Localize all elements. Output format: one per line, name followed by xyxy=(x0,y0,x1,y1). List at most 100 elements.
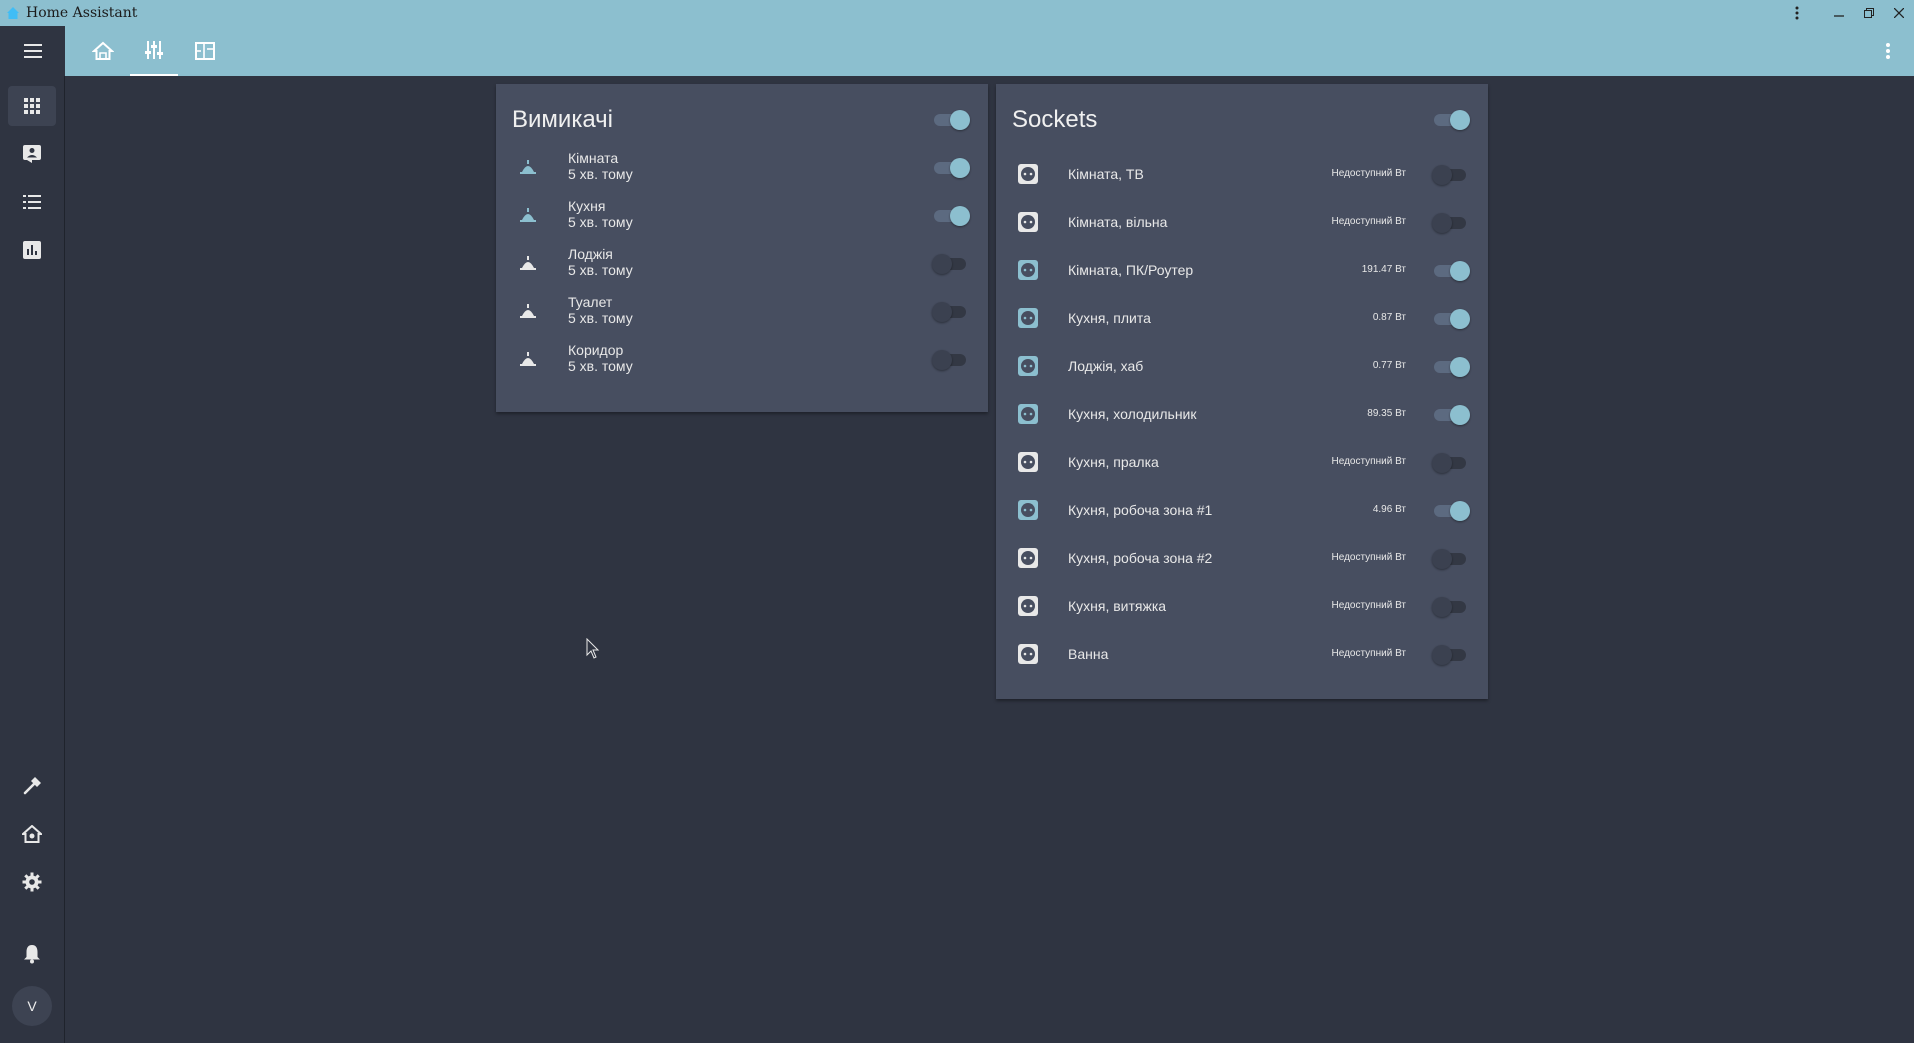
power-socket-icon[interactable] xyxy=(1016,594,1040,618)
socket-name[interactable]: Лоджія, хаб xyxy=(1068,358,1143,374)
sidebar-item-settings[interactable] xyxy=(8,862,56,902)
tab-home[interactable] xyxy=(79,26,127,76)
socket-row[interactable]: Кімната, ПК/Роутер 191.47 Вт xyxy=(996,246,1488,294)
socket-toggle[interactable] xyxy=(1432,501,1470,521)
switch-toggle[interactable] xyxy=(932,254,970,274)
socket-row[interactable]: Ванна Недоступний Вт xyxy=(996,630,1488,678)
switch-toggle[interactable] xyxy=(932,206,970,226)
sockets-all-toggle[interactable] xyxy=(1432,110,1470,130)
socket-toggle[interactable] xyxy=(1432,597,1470,617)
power-socket-icon[interactable] xyxy=(1016,306,1040,330)
switch-name[interactable]: Туалет xyxy=(568,294,612,310)
dashboard-more-button[interactable] xyxy=(1876,39,1900,63)
ceiling-light-icon[interactable] xyxy=(516,204,540,228)
user-initial: V xyxy=(27,998,37,1014)
socket-toggle[interactable] xyxy=(1432,405,1470,425)
socket-toggle[interactable] xyxy=(1432,261,1470,281)
power-socket-icon[interactable] xyxy=(1016,210,1040,234)
socket-power: Недоступний Вт xyxy=(1331,648,1406,659)
socket-toggle[interactable] xyxy=(1432,645,1470,665)
account-box-icon xyxy=(23,145,41,163)
sidebar-item-hacs[interactable] xyxy=(8,814,56,854)
sidebar-item-logbook[interactable] xyxy=(8,182,56,222)
socket-row[interactable]: Кухня, робоча зона #2 Недоступний Вт xyxy=(996,534,1488,582)
socket-row[interactable]: Кухня, робоча зона #1 4.96 Вт xyxy=(996,486,1488,534)
dots-vertical-icon xyxy=(1886,43,1890,59)
switch-toggle[interactable] xyxy=(932,302,970,322)
power-socket-icon[interactable] xyxy=(1016,402,1040,426)
socket-power: 0.87 Вт xyxy=(1372,312,1406,323)
socket-row[interactable]: Кімната, ТВ Недоступний Вт xyxy=(996,150,1488,198)
switch-toggle[interactable] xyxy=(932,158,970,178)
power-socket-icon[interactable] xyxy=(1016,162,1040,186)
socket-name[interactable]: Ванна xyxy=(1068,646,1108,662)
sidebar-item-developer-tools[interactable] xyxy=(8,766,56,806)
ceiling-light-icon[interactable] xyxy=(516,156,540,180)
socket-power: Недоступний Вт xyxy=(1331,600,1406,611)
switch-name[interactable]: Лоджія xyxy=(568,246,613,262)
power-socket-icon[interactable] xyxy=(1016,546,1040,570)
close-icon xyxy=(1894,8,1904,18)
minimize-icon xyxy=(1834,15,1844,17)
switch-row[interactable]: Лоджія 5 хв. тому xyxy=(496,240,988,288)
power-socket-icon[interactable] xyxy=(1016,498,1040,522)
socket-power: Недоступний Вт xyxy=(1331,552,1406,563)
ceiling-light-icon[interactable] xyxy=(516,348,540,372)
socket-name[interactable]: Кухня, витяжка xyxy=(1068,598,1166,614)
sidebar-item-history[interactable] xyxy=(8,230,56,270)
socket-toggle[interactable] xyxy=(1432,549,1470,569)
sidebar-item-people[interactable] xyxy=(8,134,56,174)
power-socket-icon[interactable] xyxy=(1016,450,1040,474)
switch-row[interactable]: Туалет 5 хв. тому xyxy=(496,288,988,336)
socket-name[interactable]: Кухня, пралка xyxy=(1068,454,1159,470)
tab-tune[interactable] xyxy=(130,26,178,76)
switch-name[interactable]: Кімната xyxy=(568,150,618,166)
ceiling-light-icon[interactable] xyxy=(516,252,540,276)
socket-row[interactable]: Кухня, пралка Недоступний Вт xyxy=(996,438,1488,486)
switch-name[interactable]: Коридор xyxy=(568,342,623,358)
socket-name[interactable]: Кухня, холодильник xyxy=(1068,406,1197,422)
socket-toggle[interactable] xyxy=(1432,453,1470,473)
sidebar-item-overview[interactable] xyxy=(8,86,56,126)
user-avatar[interactable]: V xyxy=(12,986,52,1026)
socket-name[interactable]: Кухня, робоча зона #2 xyxy=(1068,550,1212,566)
switch-row[interactable]: Кімната 5 хв. тому xyxy=(496,144,988,192)
socket-row[interactable]: Кухня, холодильник 89.35 Вт xyxy=(996,390,1488,438)
switch-toggle[interactable] xyxy=(932,350,970,370)
minimize-button[interactable] xyxy=(1824,0,1854,26)
socket-name[interactable]: Кухня, плита xyxy=(1068,310,1151,326)
home-assistant-logo-icon xyxy=(7,7,19,19)
socket-row[interactable]: Лоджія, хаб 0.77 Вт xyxy=(996,342,1488,390)
power-socket-icon[interactable] xyxy=(1016,258,1040,282)
tune-icon xyxy=(145,41,163,59)
power-socket-icon[interactable] xyxy=(1016,642,1040,666)
socket-name[interactable]: Кухня, робоча зона #1 xyxy=(1068,502,1212,518)
socket-row[interactable]: Кухня, плита 0.87 Вт xyxy=(996,294,1488,342)
socket-toggle[interactable] xyxy=(1432,213,1470,233)
socket-row[interactable]: Кімната, вільна Недоступний Вт xyxy=(996,198,1488,246)
socket-row[interactable]: Кухня, витяжка Недоступний Вт xyxy=(996,582,1488,630)
socket-toggle[interactable] xyxy=(1432,165,1470,185)
socket-name[interactable]: Кімната, ПК/Роутер xyxy=(1068,262,1193,278)
bell-icon xyxy=(24,945,40,964)
switch-name[interactable]: Кухня xyxy=(568,198,605,214)
switch-row[interactable]: Кухня 5 хв. тому xyxy=(496,192,988,240)
window-menu-button[interactable] xyxy=(1782,0,1812,26)
socket-name[interactable]: Кімната, вільна xyxy=(1068,214,1167,230)
socket-name[interactable]: Кімната, ТВ xyxy=(1068,166,1144,182)
tab-floorplan[interactable] xyxy=(181,26,229,76)
close-button[interactable] xyxy=(1884,0,1914,26)
restore-icon xyxy=(1864,8,1874,18)
switch-row[interactable]: Коридор 5 хв. тому xyxy=(496,336,988,384)
hamburger-menu-icon xyxy=(23,44,42,58)
restore-button[interactable] xyxy=(1854,0,1884,26)
switches-all-toggle[interactable] xyxy=(932,110,970,130)
sidebar-item-notifications[interactable] xyxy=(8,934,56,974)
hammer-icon xyxy=(23,777,41,795)
sidebar-toggle-button[interactable] xyxy=(0,26,65,76)
sockets-card: Sockets Кімната, ТВ Недоступний Вт Кімната… xyxy=(996,84,1488,699)
socket-toggle[interactable] xyxy=(1432,309,1470,329)
socket-toggle[interactable] xyxy=(1432,357,1470,377)
power-socket-icon[interactable] xyxy=(1016,354,1040,378)
ceiling-light-icon[interactable] xyxy=(516,300,540,324)
